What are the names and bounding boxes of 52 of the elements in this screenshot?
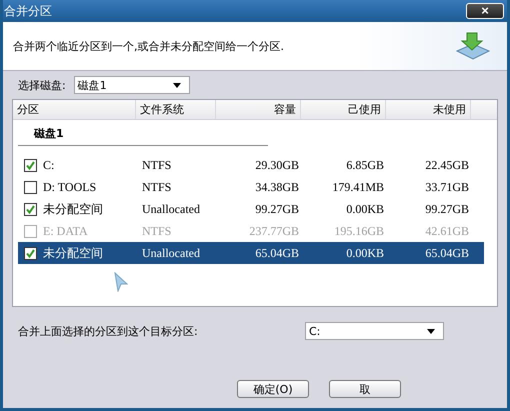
disk-dropdown[interactable]: 磁盘1: [74, 76, 190, 94]
table-cell-text: 未分配空间: [42, 200, 104, 218]
table-cell-text: 65.04GB: [424, 246, 470, 260]
caret-icon: [427, 328, 435, 334]
target-dropdown[interactable]: C:: [305, 322, 444, 340]
table-cell-text: 0.00KB: [345, 202, 385, 216]
table-cell-text: NTFS: [141, 158, 172, 172]
window-title: 合并分区: [4, 2, 52, 20]
disk-arrow-icon: [455, 31, 491, 61]
checkbox[interactable]: [24, 158, 37, 172]
table-cell-text: 99.27GB: [424, 202, 470, 216]
checkbox[interactable]: [24, 202, 37, 216]
caret-icon: [172, 82, 181, 88]
table-cell-text: C:: [42, 158, 56, 172]
table-cell-text: 179.41MB: [331, 180, 385, 194]
cursor-icon: [113, 272, 129, 292]
table-cell-text: 42.61GB: [424, 224, 470, 238]
description-text: 合并两个临近分区到一个,或合并未分配空间给一个分区.: [13, 38, 284, 54]
table-cell-text: Unallocated: [141, 202, 201, 216]
table-cell-text: 未分配空间: [42, 244, 104, 262]
table-cell-text: 34.38GB: [254, 180, 300, 194]
column-header[interactable]: 文件系统: [136, 100, 216, 119]
checkbox[interactable]: [24, 180, 37, 194]
table-cell-text: E: DATA: [42, 224, 89, 238]
table-cell-text: 29.30GB: [254, 158, 300, 172]
partition-row[interactable]: C: NTFS 29.30GB 6.85GB 22.45GB: [18, 154, 484, 176]
ok-button[interactable]: 确定(O): [237, 380, 309, 398]
table-cell-text: 22.45GB: [424, 158, 470, 172]
disk-label: 选择磁盘:: [18, 78, 66, 92]
table-cell-text: 237.77GB: [248, 224, 300, 238]
group-heading: 磁盘1: [18, 120, 268, 146]
table-cell-text: Unallocated: [141, 246, 201, 260]
partition-row[interactable]: D: TOOLS NTFS 34.38GB 179.41MB 33.71GB: [18, 176, 484, 198]
table-cell-text: 6.85GB: [345, 158, 385, 172]
table-cell-text: 33.71GB: [424, 180, 470, 194]
partition-row[interactable]: 未分配空间 Unallocated 99.27GB 0.00KB 99.27GB: [18, 198, 484, 220]
table-cell-text: NTFS: [141, 180, 172, 194]
dialog-button[interactable]: 取: [329, 380, 401, 398]
table-cell-text: NTFS: [141, 224, 172, 238]
table-cell-text: 0.00KB: [345, 246, 385, 260]
column-header[interactable]: 己使用: [301, 100, 386, 119]
target-label: 合并上面选择的分区到这个目标分区:: [18, 324, 198, 338]
column-header[interactable]: 容量: [216, 100, 301, 119]
column-header[interactable]: 未使用: [386, 100, 471, 119]
close-button[interactable]: ×: [466, 3, 504, 19]
table-cell-text: D: TOOLS: [42, 180, 98, 194]
table-cell-text: 99.27GB: [254, 202, 300, 216]
column-header[interactable]: 分区: [13, 100, 136, 119]
checkbox[interactable]: [24, 246, 37, 260]
table-cell-text: 65.04GB: [254, 246, 300, 260]
partition-row[interactable]: 未分配空间 Unallocated 65.04GB 0.00KB 65.04GB: [18, 242, 484, 264]
table-cell-text: 195.16GB: [333, 224, 385, 238]
